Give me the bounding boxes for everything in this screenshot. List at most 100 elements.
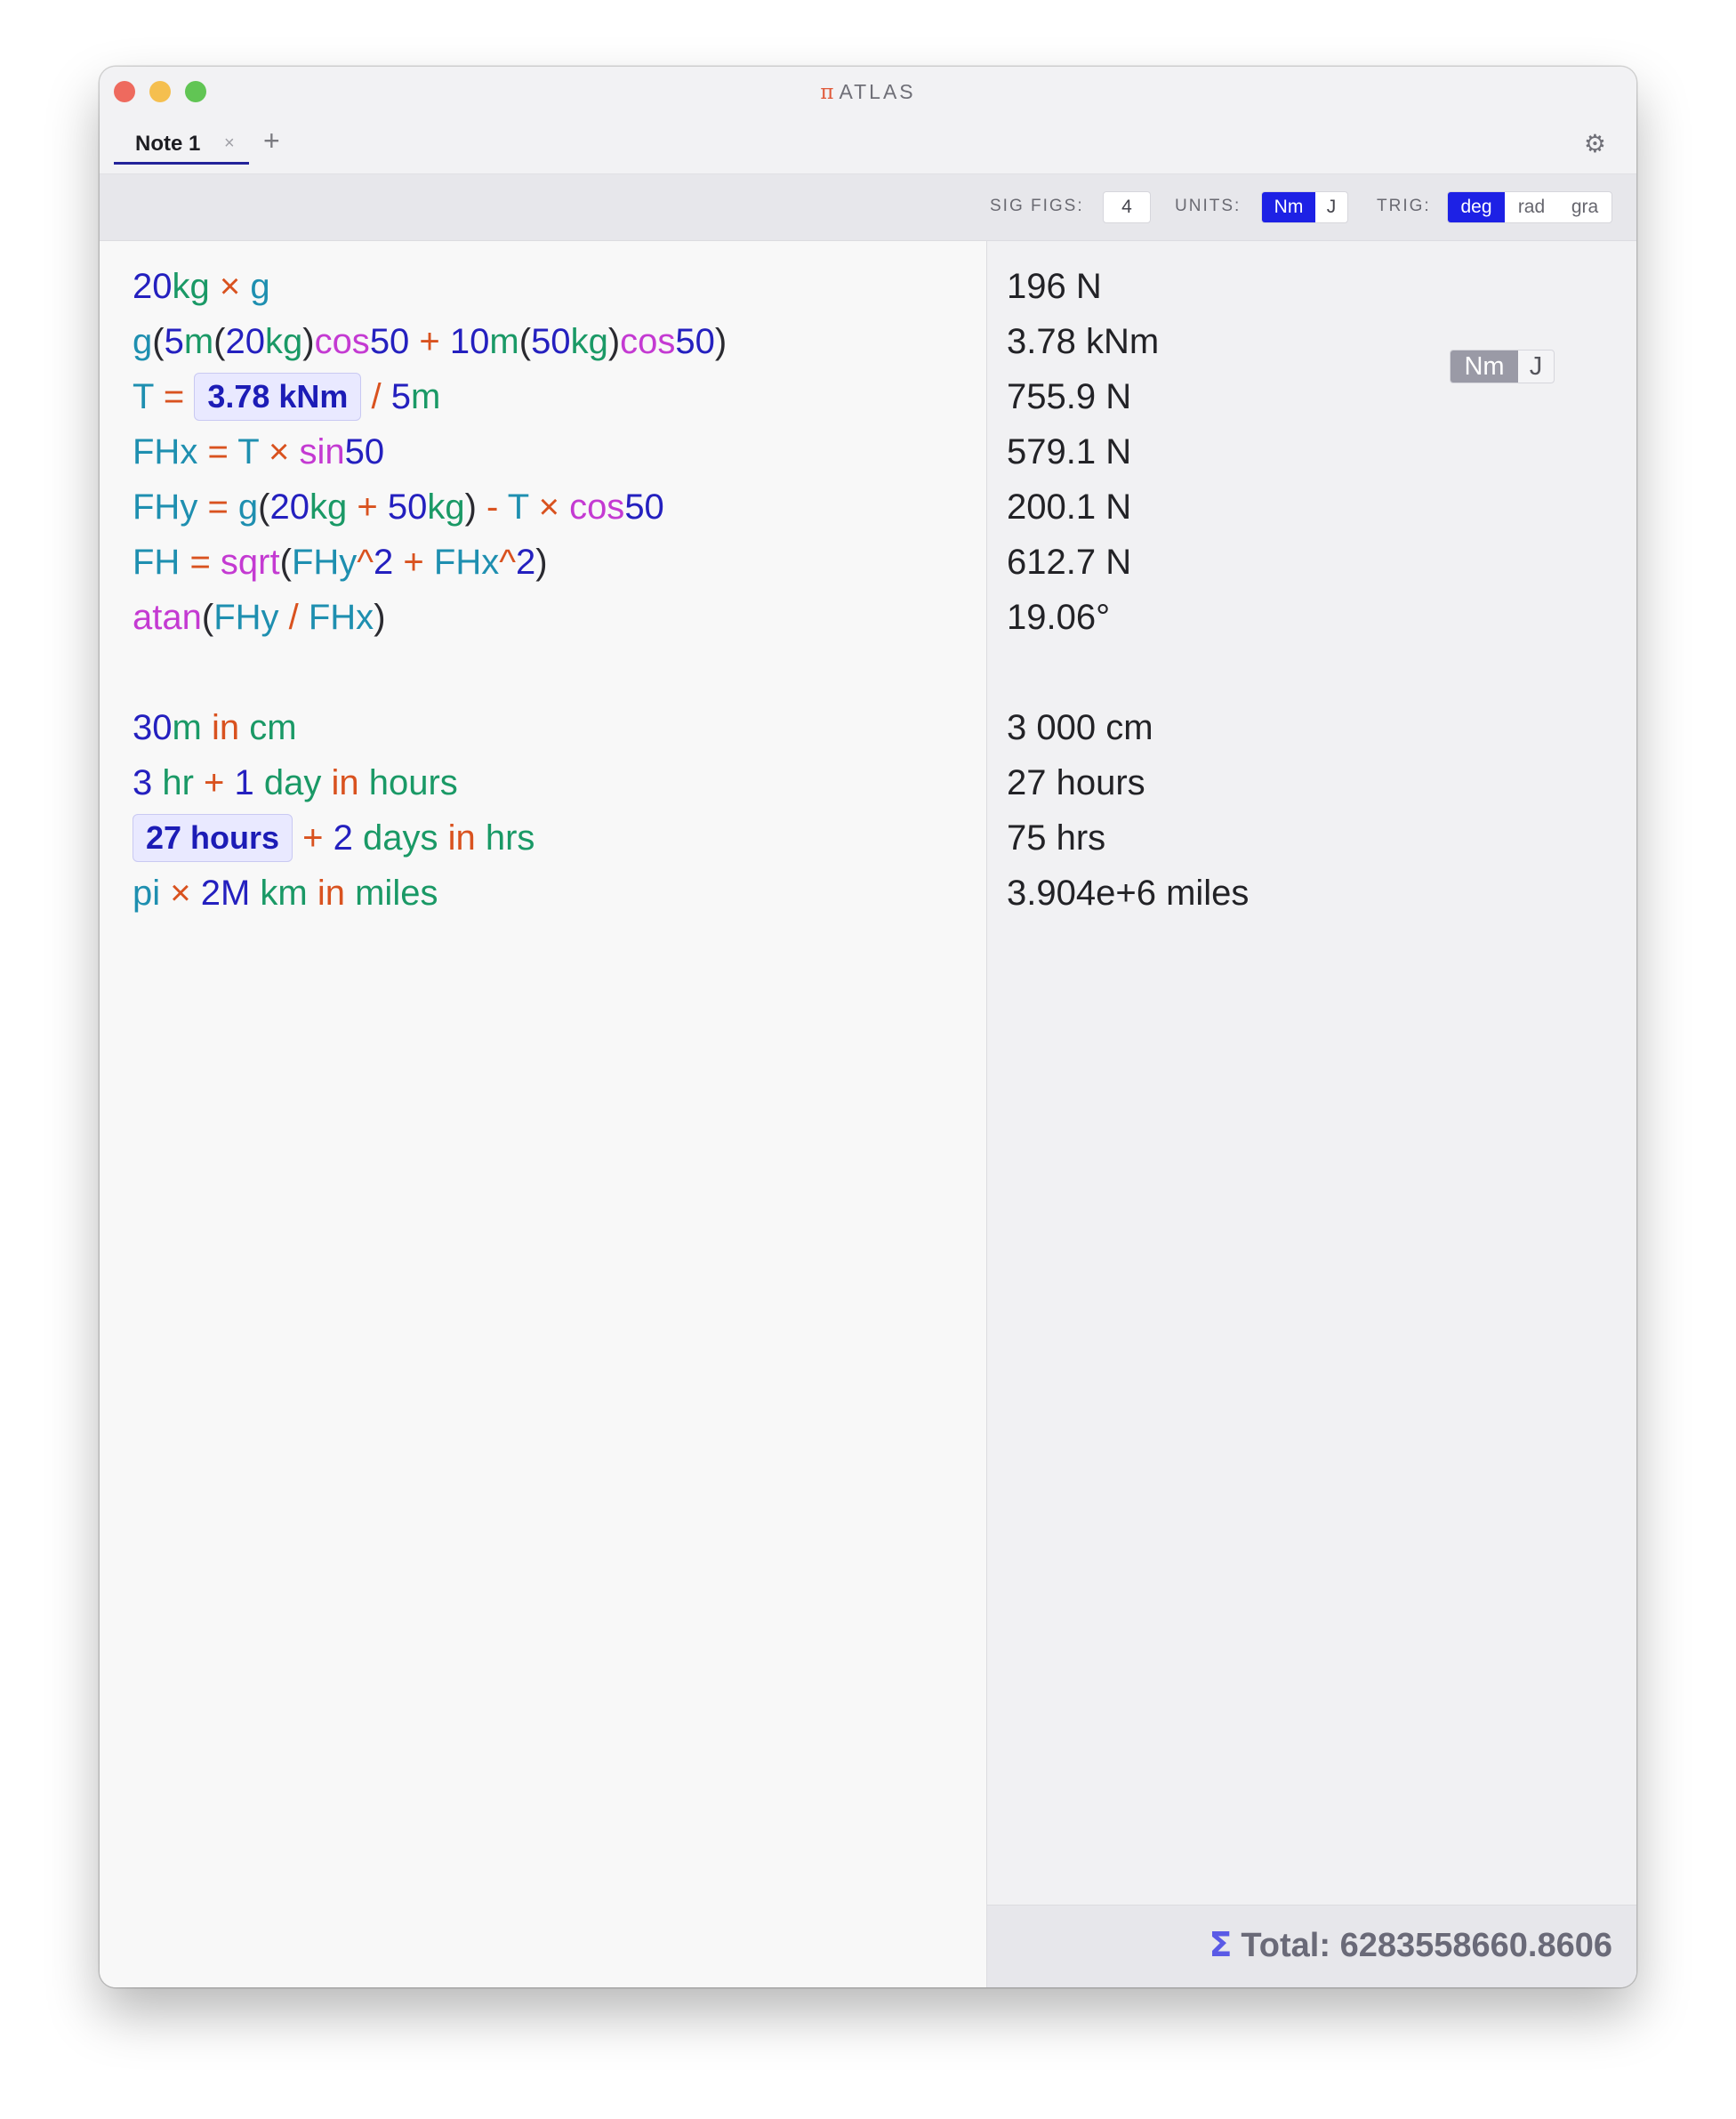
pi-logo-icon: π [820, 81, 834, 104]
units-option-j[interactable]: J [1315, 192, 1347, 222]
number-token: 2 [516, 543, 536, 582]
tab-note-1[interactable]: Note 1 × [114, 128, 249, 165]
number-token: 50 [344, 432, 385, 471]
app-window: π ATLAS Note 1 × + ⚙ SIG FIGS: 4 UNITS: N… [100, 67, 1636, 1987]
number-token: 50 [387, 487, 428, 527]
unit-token: kg [172, 267, 210, 306]
expression-line[interactable]: 20kg × g [133, 264, 270, 309]
title-bar: π ATLAS [100, 67, 1636, 117]
result-line[interactable]: 3.78 kNm [1007, 319, 1159, 364]
gear-icon[interactable]: ⚙ [1584, 128, 1606, 160]
unit-token: m [172, 708, 202, 747]
function-token: cos [569, 487, 625, 527]
result-line[interactable]: 3.904e+6 miles [1007, 871, 1249, 915]
result-line[interactable]: 612.7 N [1007, 540, 1131, 584]
result-line[interactable]: 200.1 N [1007, 485, 1131, 529]
expression-line[interactable]: pi × 2M km in miles [133, 871, 438, 915]
expression-line[interactable]: 3 hr + 1 day in hours [133, 761, 458, 805]
operator-token: × [160, 874, 201, 913]
result-line[interactable]: 3 000 cm [1007, 705, 1153, 750]
total-bar: Σ Total: 6283558660.8606 [987, 1905, 1636, 1987]
unit-token: miles [355, 874, 438, 913]
variable-token: FHx [308, 598, 374, 637]
variable-token: FHx [133, 432, 198, 471]
window-title: π ATLAS [100, 80, 1636, 104]
unit-token: m [489, 322, 519, 361]
variable-token: pi [133, 874, 161, 913]
number-token: 5 [164, 322, 184, 361]
function-token: cos [314, 322, 370, 361]
expression-line[interactable]: T = 3.78 kNm / 5m [133, 373, 441, 422]
operator-token: + [293, 818, 334, 858]
unit-token: hrs [485, 818, 535, 858]
result-line[interactable]: 75 hrs [1007, 816, 1105, 860]
number-token: 50 [531, 322, 571, 361]
paren-token: ( [279, 543, 292, 582]
close-tab-icon[interactable]: × [224, 133, 235, 154]
operator-token: × [209, 267, 251, 306]
function-token: atan [133, 598, 202, 637]
units-option-nm[interactable]: Nm [1262, 192, 1315, 222]
paren-token: ) [607, 322, 621, 361]
result-unit-option-j[interactable]: J [1518, 350, 1554, 383]
expression-line[interactable]: FHy = g(20kg + 50kg) - T × cos50 [133, 485, 664, 529]
add-tab-icon[interactable]: + [263, 123, 280, 158]
unit-token: m [411, 377, 441, 416]
unit-token: kg [570, 322, 608, 361]
operator-token: + [393, 543, 434, 582]
unit-token: days [352, 818, 438, 858]
variable-token: T [133, 377, 154, 416]
result-reference-chip[interactable]: 3.78 kNm [194, 373, 362, 422]
operator-token: = [197, 432, 238, 471]
operator-token: = [197, 487, 238, 527]
trig-option-deg[interactable]: deg [1448, 192, 1505, 222]
trig-option-rad[interactable]: rad [1505, 192, 1558, 222]
unit-token: cm [249, 708, 297, 747]
unit-token: kg [427, 487, 465, 527]
result-line[interactable]: 755.9 N [1007, 375, 1131, 419]
function-token: sqrt [220, 543, 280, 582]
operator-token: = [180, 543, 221, 582]
number-token: 30 [133, 708, 173, 747]
paren-token: ) [714, 322, 727, 361]
sig-figs-input[interactable]: 4 [1103, 191, 1151, 223]
number-token: 3 [133, 763, 153, 802]
result-line[interactable]: 196 N [1007, 264, 1102, 309]
variable-token: g [133, 322, 153, 361]
number-token: 1 [234, 763, 254, 802]
unit-token: hours [368, 763, 458, 802]
results-panel: Nm J Σ Total: 6283558660.8606 196 N 3.78 k… [986, 241, 1636, 1987]
function-token: cos [620, 322, 676, 361]
expression-line[interactable]: g(5m(20kg)cos50 + 10m(50kg)cos50) [133, 319, 727, 364]
expression-line[interactable]: FH = sqrt(FHy^2 + FHx^2) [133, 540, 548, 584]
variable-token: FHy [213, 598, 279, 637]
expression-editor[interactable]: 20kg × g g(5m(20kg)cos50 + 10m(50kg)cos50… [100, 241, 986, 1987]
operator-token: × [258, 432, 300, 471]
result-unit-option-nm[interactable]: Nm [1451, 350, 1518, 383]
trig-option-gra[interactable]: gra [1558, 192, 1611, 222]
total-display: Σ Total: 6283558660.8606 [1209, 1925, 1612, 1965]
tab-label: Note 1 [135, 132, 201, 156]
total-value: Total: 6283558660.8606 [1241, 1927, 1612, 1964]
expression-line[interactable]: 30m in cm [133, 705, 297, 750]
unit-token: day [253, 763, 322, 802]
expression-line[interactable]: atan(FHy / FHx) [133, 595, 386, 640]
operator-token: / [361, 377, 391, 416]
paren-token: ( [518, 322, 532, 361]
result-line[interactable]: 27 hours [1007, 761, 1145, 805]
unit-token: kg [264, 322, 303, 361]
unit-token: hr [152, 763, 194, 802]
variable-token: FH [133, 543, 181, 582]
paren-token: ( [152, 322, 165, 361]
expression-line[interactable]: FHx = T × sin50 [133, 430, 384, 474]
operator-token: × [528, 487, 570, 527]
result-unit-toggle: Nm J [1450, 350, 1555, 383]
result-reference-chip[interactable]: 27 hours [133, 814, 293, 863]
result-line[interactable]: 19.06° [1007, 595, 1110, 640]
number-token: 5 [390, 377, 412, 416]
paren-token: ) [535, 543, 548, 582]
number-token: 20 [269, 487, 310, 527]
expression-line[interactable]: 27 hours + 2 days in hrs [133, 814, 535, 863]
result-line[interactable]: 579.1 N [1007, 430, 1131, 474]
keyword-token: in [321, 763, 369, 802]
